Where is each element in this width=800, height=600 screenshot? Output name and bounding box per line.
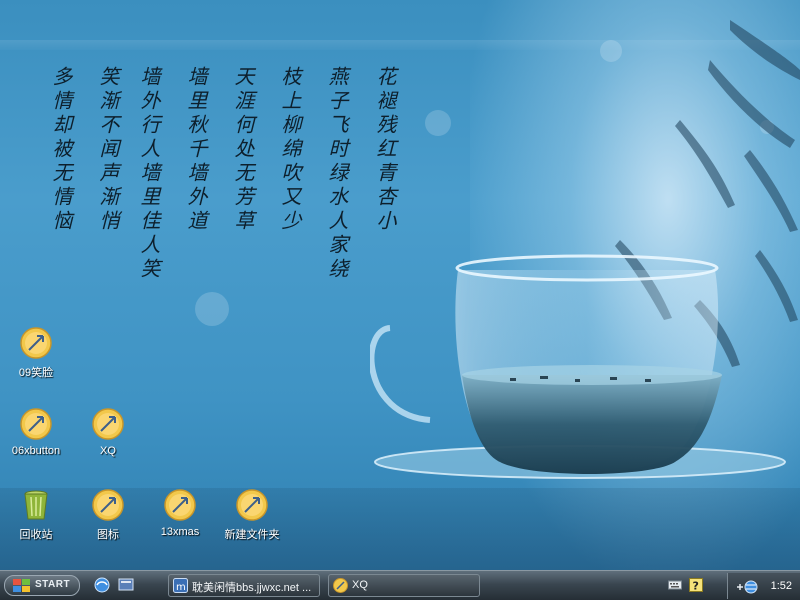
taskbar-task-label: XQ [352, 579, 368, 591]
svg-text:?: ? [693, 580, 699, 593]
desktop[interactable]: 花褪残红青杏小 燕子飞时绿水人家绕 枝上柳绵吹又少 天涯何处无芳草 墙里秋千墙外… [0, 0, 800, 570]
desktop-icon-label: 图标 [97, 529, 119, 541]
poem-column: 燕子飞时绿水人家绕 [325, 66, 349, 282]
desktop-icon-label: 新建文件夹 [224, 529, 280, 541]
browser-window-icon: m [173, 578, 188, 593]
folder-shortcut-icon [164, 489, 196, 521]
poem-column: 枝上柳绵吹又少 [278, 66, 302, 234]
taskbar-task-browser[interactable]: m 耽美闲情bbs.jjwxc.net ... [168, 574, 320, 597]
desktop-icon-label: 06xbutton [11, 445, 61, 457]
desktop-icon-tubiao[interactable]: 图标 [70, 488, 146, 542]
poem-column: 花褪残红青杏小 [373, 66, 397, 234]
calligraphy-poem: 花褪残红青杏小 燕子飞时绿水人家绕 枝上柳绵吹又少 天涯何处无芳草 墙里秋千墙外… [40, 66, 410, 306]
taskbar: START m 耽美闲情bbs.jjwxc.net ... XQ ? 1:52 [0, 570, 800, 600]
wallpaper-bokeh [425, 110, 451, 136]
start-button[interactable]: START [4, 575, 80, 596]
taskbar-task-label: 耽美闲情bbs.jjwxc.net ... [192, 582, 312, 594]
desktop-icon-xq[interactable]: XQ [70, 407, 146, 457]
taskbar-task-xq[interactable]: XQ [328, 574, 480, 597]
recycle-bin-icon [24, 490, 48, 520]
desktop-icon-09xiaolian[interactable]: 09笑脸 [0, 326, 74, 380]
help-icon[interactable]: ? [689, 578, 703, 592]
poem-column: 墙外行人墙里佳人笑 [137, 66, 161, 282]
glass-teacup-illustration [370, 254, 786, 479]
clock[interactable]: 1:52 [771, 580, 792, 592]
poem-column: 墙里秋千墙外道 [184, 66, 208, 234]
svg-text:m: m [176, 582, 186, 593]
desktop-icon-13xmas[interactable]: 13xmas [142, 488, 218, 538]
network-icon[interactable] [744, 580, 758, 594]
folder-shortcut-icon [20, 327, 52, 359]
desktop-icon-label: 13xmas [160, 526, 200, 538]
poem-column: 天涯何处无芳草 [231, 66, 255, 234]
poem-column: 笑渐不闻声渐悄 [96, 66, 120, 234]
system-tray: 1:52 [727, 573, 800, 599]
keyboard-icon[interactable] [668, 578, 682, 592]
desktop-icon-recycle-bin[interactable]: 回收站 [0, 488, 74, 542]
poem-column: 多情却被无情恼 [49, 66, 73, 234]
folder-shortcut-icon [92, 489, 124, 521]
browser-icon[interactable] [94, 577, 110, 593]
show-desktop-icon[interactable] [118, 577, 134, 593]
desktop-icon-label: 09笑脸 [18, 367, 54, 379]
desktop-icon-new-folder[interactable]: 新建文件夹 [214, 488, 290, 542]
desktop-icon-label: 回收站 [19, 529, 53, 541]
folder-shortcut-icon [236, 489, 268, 521]
windows-logo-icon [13, 579, 30, 592]
desktop-icon-label: XQ [100, 445, 116, 457]
folder-window-icon [333, 578, 348, 593]
start-label: START [35, 579, 71, 590]
desktop-icon-06xbutton[interactable]: 06xbutton [0, 407, 74, 457]
folder-shortcut-icon [20, 408, 52, 440]
folder-shortcut-icon [92, 408, 124, 440]
